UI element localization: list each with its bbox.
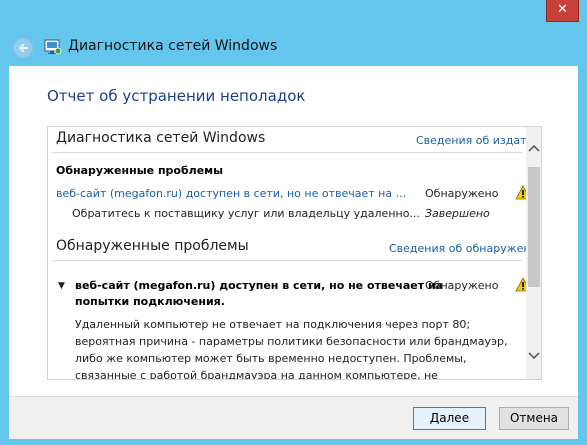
window-title: Диагностика сетей Windows <box>68 38 278 54</box>
issue-status: Обнаружено <box>425 279 499 292</box>
solution-status: Завершено <box>425 207 490 220</box>
vertical-scrollbar[interactable] <box>526 127 542 379</box>
problems-found-label: Обнаруженные проблемы <box>56 164 224 177</box>
issue-title-line1: веб-сайт (megafon.ru) доступен в сети, н… <box>75 279 443 292</box>
issue-description-line: либо же компьютер может быть временно не… <box>75 352 467 365</box>
section-divider <box>52 152 522 153</box>
scroll-down-icon[interactable] <box>526 347 542 363</box>
publisher-details-link[interactable]: Сведения об издателе <box>416 134 541 147</box>
content-area: Отчет об устранении неполадок Диагностик… <box>9 66 578 396</box>
window-frame: ✕ Диагностика сетей Windows Отчет об уст… <box>0 0 587 445</box>
report-content: Диагностика сетей Windows Сведения об из… <box>48 127 541 380</box>
cancel-button[interactable]: Отмена <box>499 407 569 430</box>
next-button[interactable]: Далее <box>413 407 486 430</box>
section-divider <box>52 260 522 261</box>
issue-description-line: вероятная причина - параметры политики б… <box>75 335 508 348</box>
back-arrow-icon <box>18 43 28 53</box>
page-heading: Отчет об устранении неполадок <box>47 87 306 105</box>
scroll-up-icon[interactable] <box>526 141 542 157</box>
section-title-diagnostics: Диагностика сетей Windows <box>56 130 266 146</box>
issue-description: Удаленный компьютер не отвечает на подкл… <box>75 316 508 380</box>
network-diagnostics-icon <box>44 39 62 55</box>
scroll-thumb[interactable] <box>528 167 540 287</box>
problem-link[interactable]: веб-сайт (megafon.ru) доступен в сети, н… <box>56 187 406 200</box>
section-title-problems: Обнаруженные проблемы <box>56 238 249 254</box>
expand-triangle-icon[interactable]: ▼ <box>58 281 65 291</box>
detection-details-link[interactable]: Сведения об обнаружении <box>389 242 541 255</box>
dialog-footer: Далее Отмена <box>9 396 578 439</box>
close-button[interactable]: ✕ <box>546 0 579 22</box>
issue-description-line: связанные с работой брандмауэра на данно… <box>75 369 438 380</box>
problem-status: Обнаружено <box>425 187 499 200</box>
issue-description-line: Удаленный компьютер не отвечает на подкл… <box>75 318 471 331</box>
back-button[interactable] <box>13 38 33 58</box>
issue-title-line2: попытки подключения. <box>75 295 225 308</box>
report-panel: Диагностика сетей Windows Сведения об из… <box>47 126 542 380</box>
solution-text: Обратитесь к поставщику услуг или владел… <box>72 207 420 220</box>
